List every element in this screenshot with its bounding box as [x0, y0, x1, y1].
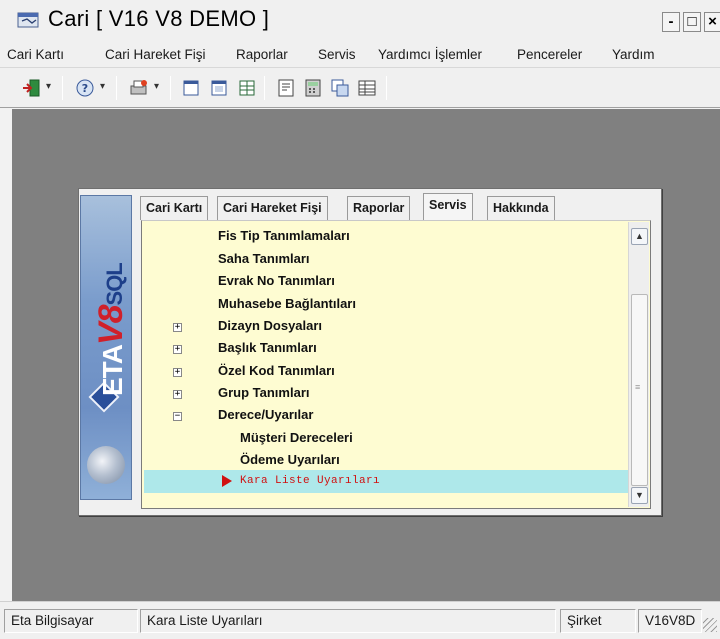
minimize-button[interactable]: -: [662, 12, 680, 32]
copy-windows-icon[interactable]: [329, 77, 351, 99]
tree-item-saha[interactable]: Saha Tanımları: [218, 251, 310, 266]
expand-icon[interactable]: +: [173, 368, 182, 377]
selected-row-highlight[interactable]: [144, 470, 628, 493]
form-icon[interactable]: [275, 77, 297, 99]
help-icon[interactable]: ?: [74, 77, 96, 99]
menu-cari-hareket-fisi[interactable]: Cari Hareket Fişi: [105, 47, 206, 62]
tree-item-fis-tip[interactable]: Fis Tip Tanımlamaları: [218, 228, 350, 243]
status-company: Eta Bilgisayar: [4, 609, 138, 633]
print-dropdown-arrow[interactable]: ▾: [154, 81, 159, 92]
help-dropdown-arrow[interactable]: ▾: [100, 81, 105, 92]
window-cascade-icon[interactable]: [208, 77, 230, 99]
status-sirket: Şirket: [560, 609, 636, 633]
tree-item-derece-uyarilar[interactable]: Derece/Uyarılar: [218, 407, 313, 422]
logo-sql: SQL: [102, 263, 127, 306]
logo-text: ETAV8SQL: [92, 263, 131, 396]
expand-icon[interactable]: +: [173, 390, 182, 399]
app-icon: [17, 12, 39, 28]
menu-cari-karti[interactable]: Cari Kartı: [7, 47, 64, 62]
scroll-down-button[interactable]: ▼: [631, 487, 648, 504]
toolbar-separator: [170, 76, 171, 100]
print-setup-icon[interactable]: [128, 77, 150, 99]
menu-raporlar[interactable]: Raporlar: [236, 47, 288, 62]
menu-yardim[interactable]: Yardım: [612, 47, 655, 62]
toolbar-separator: [386, 76, 387, 100]
calculator-icon[interactable]: [302, 77, 324, 99]
window-grid-icon[interactable]: [236, 77, 258, 99]
tree-item-baslik[interactable]: Başlık Tanımları: [218, 340, 317, 355]
expand-icon[interactable]: +: [173, 323, 182, 332]
eta-v8-sql-logo: ETAV8SQL: [80, 195, 132, 500]
tree-item-grup[interactable]: Grup Tanımları: [218, 385, 310, 400]
tab-cari-karti[interactable]: Cari Kartı: [140, 196, 209, 220]
window-title: Cari [ V16 V8 DEMO ]: [48, 6, 270, 31]
menu-servis[interactable]: Servis: [318, 47, 356, 62]
expand-icon[interactable]: +: [173, 345, 182, 354]
window-tile-icon[interactable]: [180, 77, 202, 99]
vertical-scrollbar[interactable]: ▲ ▼: [628, 222, 649, 507]
toolbar-separator: [264, 76, 265, 100]
maximize-button[interactable]: □: [683, 12, 701, 32]
title-bar: Cari [ V16 V8 DEMO ] - □ ×: [0, 0, 720, 42]
tree-item-ozel-kod[interactable]: Özel Kod Tanımları: [218, 363, 335, 378]
tree-item-kara-liste[interactable]: Kara Liste Uyarıları: [240, 475, 380, 487]
globe-icon: [87, 446, 125, 484]
tab-raporlar[interactable]: Raporlar: [347, 196, 411, 220]
svg-text:?: ?: [82, 82, 88, 95]
status-bar: Eta Bilgisayar Kara Liste Uyarıları Şirk…: [0, 601, 720, 639]
tree-item-evrak-no[interactable]: Evrak No Tanımları: [218, 273, 335, 288]
tree-item-odeme-uyarilari[interactable]: Ödeme Uyarıları: [240, 452, 340, 467]
close-button[interactable]: ×: [704, 12, 720, 32]
selection-arrow-icon: [222, 475, 232, 487]
tree-item-dizayn[interactable]: Dizayn Dosyaları: [218, 318, 322, 333]
toolbar-separator: [62, 76, 63, 100]
tree-item-muhasebe[interactable]: Muhasebe Bağlantıları: [218, 296, 356, 311]
status-current-item: Kara Liste Uyarıları: [140, 609, 556, 633]
toolbar: ▾ ? ▾ ▾: [0, 68, 720, 108]
table-icon[interactable]: [356, 77, 378, 99]
tab-servis[interactable]: Servis: [423, 193, 473, 221]
logo-eta: ETA: [97, 345, 128, 396]
tab-cari-hareket-fisi[interactable]: Cari Hareket Fişi: [217, 196, 328, 220]
logo-v8: V8: [92, 305, 130, 346]
scroll-up-button[interactable]: ▲: [631, 228, 648, 245]
resize-grip-icon[interactable]: [703, 618, 717, 632]
exit-dropdown-arrow[interactable]: ▾: [46, 81, 51, 92]
collapse-icon[interactable]: −: [173, 412, 182, 421]
tab-hakkinda[interactable]: Hakkında: [487, 196, 555, 220]
status-version-code: V16V8D: [638, 609, 702, 633]
menu-pencereler[interactable]: Pencereler: [517, 47, 582, 62]
menu-yardimci-islemler[interactable]: Yardımcı İşlemler: [378, 47, 482, 62]
tree-item-musteri-dereceleri[interactable]: Müşteri Dereceleri: [240, 430, 353, 445]
exit-door-icon[interactable]: [20, 77, 42, 99]
scroll-grip-icon: ≡: [635, 382, 641, 392]
toolbar-separator: [116, 76, 117, 100]
menu-bar: Cari Kartı Cari Hareket Fişi Raporlar Se…: [0, 42, 720, 68]
